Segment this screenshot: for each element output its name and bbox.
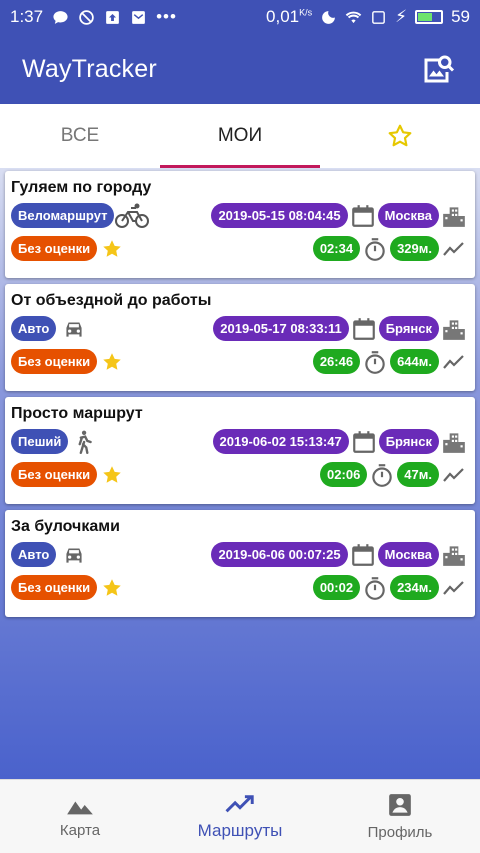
trending-icon (439, 347, 469, 377)
bicycle-icon (114, 201, 150, 231)
battery-icon (415, 10, 444, 24)
walk-icon (68, 427, 98, 457)
route-type-badge: Авто (11, 542, 57, 567)
routes-list: Гуляем по городу Веломаршрут 2019-05-15 … (0, 168, 480, 779)
route-title: За булочками (11, 518, 120, 535)
tab-mine[interactable]: МОИ (160, 104, 320, 168)
bottom-navigation: Карта Маршруты Профиль (0, 779, 480, 853)
status-time: 1:37 (10, 7, 44, 26)
car-icon (56, 540, 92, 570)
city-icon (439, 540, 469, 570)
nav-routes-label: Маршруты (197, 820, 283, 840)
route-datetime: 2019-06-02 15:13:47 (212, 429, 349, 454)
block-icon (79, 9, 94, 25)
route-distance: 329м. (390, 236, 439, 261)
route-card[interactable]: За булочками Авто 2019-06-06 00:07:25 Мо… (5, 510, 475, 617)
app-title: WayTracker (22, 54, 157, 83)
nav-profile-label: Профиль (367, 824, 433, 841)
stopwatch-icon (360, 234, 390, 264)
stopwatch-icon (360, 347, 390, 377)
rating-badge: Без оценки (11, 575, 98, 600)
route-card[interactable]: Просто маршрут Пеший 2019-06-02 15:13:47… (5, 397, 475, 504)
nav-profile[interactable]: Профиль (320, 780, 480, 853)
calendar-icon (349, 314, 379, 344)
star-icon[interactable] (97, 573, 127, 603)
calendar-icon (348, 540, 378, 570)
trending-icon (439, 460, 469, 490)
route-duration: 02:34 (312, 236, 361, 261)
route-card[interactable]: От объездной до работы Авто 2019-05-17 0… (5, 284, 475, 391)
car-icon (56, 314, 92, 344)
route-type-badge: Пеший (11, 429, 69, 454)
calendar-icon (349, 427, 379, 457)
rating-badge: Без оценки (11, 349, 98, 374)
route-title: Гуляем по городу (11, 179, 152, 196)
terrain-icon (67, 801, 93, 815)
nav-routes[interactable]: Маршруты (160, 780, 320, 853)
battery-level: 59 (451, 7, 470, 26)
trending-up-icon (225, 794, 254, 812)
mail-icon (132, 10, 145, 24)
app-bar: WayTracker (0, 34, 480, 104)
rating-badge: Без оценки (11, 236, 98, 261)
route-duration: 02:06 (320, 462, 368, 487)
calendar-icon (348, 201, 378, 231)
route-datetime: 2019-05-17 08:33:11 (213, 316, 349, 341)
account-box-icon (389, 794, 411, 816)
route-type-badge: Авто (11, 316, 57, 341)
more-notifications-icon: ••• (156, 7, 177, 26)
network-speed: 0,01K/s (266, 7, 313, 26)
route-title: Просто маршрут (11, 405, 143, 422)
route-distance: 644м. (390, 349, 439, 374)
route-distance: 234м. (390, 575, 439, 600)
do-not-disturb-icon (322, 10, 336, 24)
route-distance: 47м. (397, 462, 439, 487)
star-icon[interactable] (97, 234, 127, 264)
route-title: От объездной до работы (11, 292, 212, 309)
route-duration: 26:46 (312, 349, 361, 374)
route-duration: 00:02 (312, 575, 361, 600)
city-icon (439, 201, 469, 231)
charging-icon: ⚡ (395, 7, 408, 26)
message-icon (53, 10, 68, 24)
nav-map-label: Карта (59, 822, 101, 839)
status-bar: 1:37 ••• 0,01K/s ⚡ 59 (0, 0, 480, 34)
image-search-button[interactable] (418, 49, 458, 89)
image-search-icon (424, 55, 455, 83)
route-datetime: 2019-06-06 00:07:25 (211, 542, 348, 567)
tab-all[interactable]: ВСЕ (0, 104, 160, 168)
tab-favorites[interactable] (320, 104, 480, 168)
upload-icon (106, 10, 119, 24)
route-city: Москва (377, 203, 439, 228)
tab-bar: ВСЕ МОИ (0, 104, 480, 168)
route-datetime: 2019-05-15 08:04:45 (211, 203, 348, 228)
nav-map[interactable]: Карта (0, 780, 160, 853)
city-icon (439, 314, 469, 344)
stopwatch-icon (360, 573, 390, 603)
route-city: Москва (377, 542, 439, 567)
route-city: Брянск (378, 316, 439, 341)
trending-icon (439, 234, 469, 264)
route-card[interactable]: Гуляем по городу Веломаршрут 2019-05-15 … (5, 171, 475, 278)
route-type-badge: Веломаршрут (11, 203, 115, 228)
star-icon[interactable] (97, 460, 127, 490)
trending-icon (439, 573, 469, 603)
route-city: Брянск (378, 429, 439, 454)
stopwatch-icon (367, 460, 397, 490)
star-icon[interactable] (97, 347, 127, 377)
sim-icon (372, 10, 386, 24)
rating-badge: Без оценки (11, 462, 98, 487)
star-icon (388, 124, 412, 147)
city-icon (439, 427, 469, 457)
wifi-icon (345, 11, 362, 23)
